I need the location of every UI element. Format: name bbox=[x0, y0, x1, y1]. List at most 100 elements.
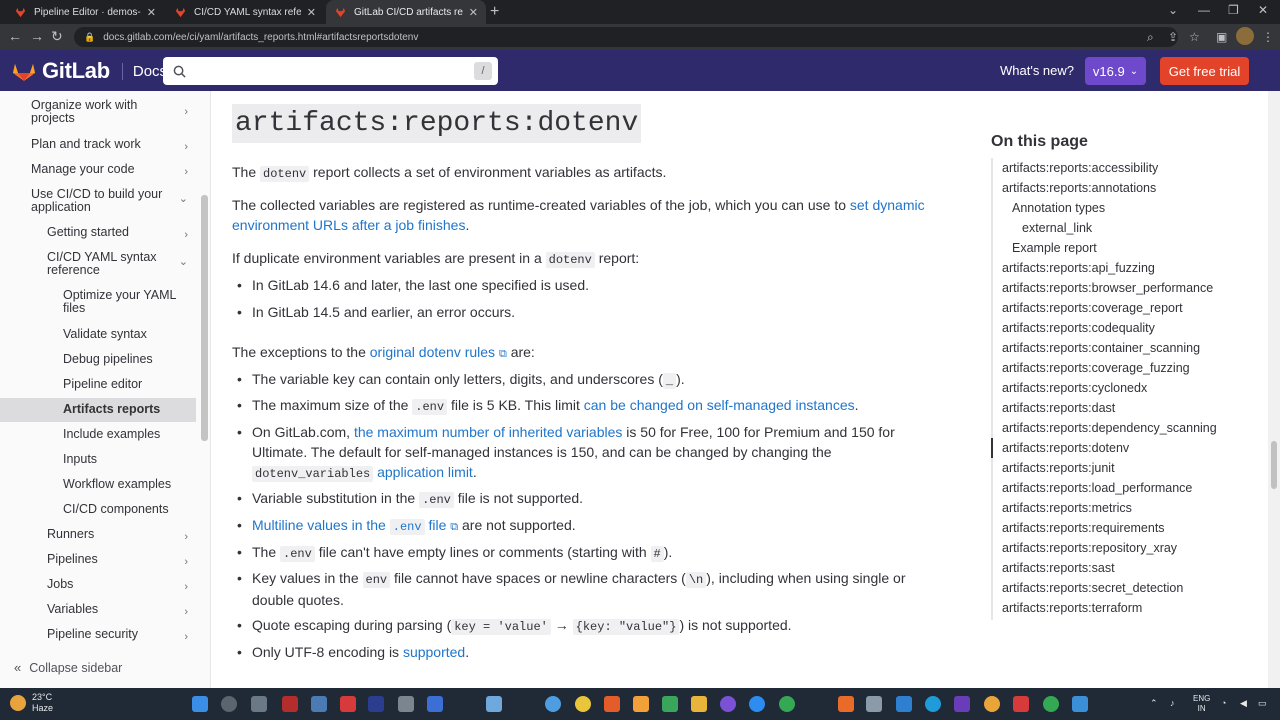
browser-tab-artifacts-reports[interactable]: GitLab CI/CD artifacts reports ty ✕ bbox=[326, 0, 486, 24]
close-window-icon[interactable]: ✕ bbox=[1258, 3, 1268, 17]
app-icon[interactable] bbox=[1013, 696, 1029, 712]
page-scrollbar-thumb[interactable] bbox=[1271, 441, 1277, 489]
sidebar-item-plan-track[interactable]: Plan and track work › bbox=[0, 138, 196, 154]
browser-tab-pipeline-editor[interactable]: Pipeline Editor · demos-group / ✕ bbox=[6, 0, 164, 24]
gitlab-logo[interactable]: GitLab Docs bbox=[12, 58, 167, 84]
sidebar-item-getting-started[interactable]: Getting started › bbox=[0, 226, 196, 242]
search-icon[interactable] bbox=[221, 696, 237, 712]
app-icon[interactable] bbox=[838, 696, 854, 712]
app-icon[interactable] bbox=[282, 696, 298, 712]
inherited-variables-link[interactable]: the maximum number of inherited variable… bbox=[354, 424, 622, 440]
toc-item[interactable]: external_link bbox=[1022, 221, 1092, 235]
toc-item[interactable]: artifacts:reports:coverage_fuzzing bbox=[1002, 361, 1190, 375]
volume-icon[interactable]: ◀ bbox=[1240, 698, 1247, 709]
forward-icon[interactable]: → bbox=[30, 28, 44, 44]
sidebar-item-pipeline-security[interactable]: Pipeline security › bbox=[0, 628, 196, 644]
share-icon[interactable]: ⇪ bbox=[1168, 30, 1178, 44]
app-icon[interactable] bbox=[575, 696, 591, 712]
start-icon[interactable] bbox=[192, 696, 208, 712]
toc-item[interactable]: artifacts:reports:api_fuzzing bbox=[1002, 261, 1155, 275]
free-trial-button[interactable]: Get free trial bbox=[1160, 57, 1249, 85]
toc-item[interactable]: artifacts:reports:codequality bbox=[1002, 321, 1155, 335]
toc-item[interactable]: artifacts:reports:repository_xray bbox=[1002, 541, 1177, 555]
docs-label[interactable]: Docs bbox=[121, 62, 167, 80]
toc-item[interactable]: artifacts:reports:container_scanning bbox=[1002, 341, 1200, 355]
task-view-icon[interactable] bbox=[251, 696, 267, 712]
toc-item[interactable]: Annotation types bbox=[1012, 201, 1105, 215]
sidebar-item-organize-work[interactable]: Organize work with projects › bbox=[0, 99, 196, 127]
url-field[interactable]: 🔒 docs.gitlab.com/ee/ci/yaml/artifacts_r… bbox=[74, 27, 1178, 47]
sidebar-item-pipelines[interactable]: Pipelines › bbox=[0, 553, 196, 569]
app-icon[interactable] bbox=[866, 696, 882, 712]
sidebar-item-optimize-yaml[interactable]: Optimize your YAML files bbox=[0, 289, 196, 317]
app-icon[interactable] bbox=[662, 696, 678, 712]
photoshop-icon[interactable] bbox=[368, 696, 384, 712]
sidebar-item-debug-pipelines[interactable]: Debug pipelines bbox=[0, 353, 196, 369]
app-icon[interactable] bbox=[954, 696, 970, 712]
toc-item[interactable]: artifacts:reports:dependency_scanning bbox=[1002, 421, 1217, 435]
chrome-active-icon[interactable] bbox=[1043, 696, 1059, 712]
sidebar-item-include-examples[interactable]: Include examples bbox=[0, 428, 196, 444]
battery-icon[interactable]: ▭ bbox=[1258, 698, 1267, 709]
dotenv-rules-link[interactable]: original dotenv rules ⧉ bbox=[370, 344, 507, 360]
close-tab-icon[interactable]: ✕ bbox=[307, 6, 316, 19]
toc-item[interactable]: artifacts:reports:secret_detection bbox=[1002, 581, 1183, 595]
wifi-icon[interactable]: ◔ bbox=[1221, 698, 1226, 708]
sidebar-item-cicd-components[interactable]: CI/CD components bbox=[0, 503, 196, 519]
new-tab-button[interactable]: + bbox=[490, 3, 499, 21]
app-icon[interactable] bbox=[633, 696, 649, 712]
browser-tab-yaml-reference[interactable]: CI/CD YAML syntax reference | G ✕ bbox=[166, 0, 324, 24]
sidebar-item-inputs[interactable]: Inputs bbox=[0, 453, 196, 469]
sidebar-item-runners[interactable]: Runners › bbox=[0, 528, 196, 544]
profile-avatar[interactable] bbox=[1236, 27, 1254, 45]
reload-icon[interactable]: ↻ bbox=[51, 28, 63, 45]
chrome-icon[interactable] bbox=[779, 696, 795, 712]
chrome-icon[interactable] bbox=[984, 696, 1000, 712]
app-icon[interactable] bbox=[1072, 696, 1088, 712]
toc-item[interactable]: artifacts:reports:accessibility bbox=[1002, 161, 1158, 175]
sidebar-item-manage-code[interactable]: Manage your code › bbox=[0, 163, 196, 179]
restore-icon[interactable]: ❐ bbox=[1228, 3, 1239, 17]
toc-item[interactable]: artifacts:reports:dast bbox=[1002, 401, 1115, 415]
toc-item[interactable]: artifacts:reports:coverage_report bbox=[1002, 301, 1183, 315]
minimize-icon[interactable]: — bbox=[1198, 3, 1210, 17]
back-icon[interactable]: ← bbox=[8, 28, 22, 44]
browser-menu-icon[interactable]: ⋮ bbox=[1262, 30, 1274, 44]
page-scrollbar[interactable] bbox=[1268, 91, 1280, 688]
app-icon[interactable] bbox=[427, 696, 443, 712]
app-icon[interactable] bbox=[311, 696, 327, 712]
sidebar-item-yaml-reference[interactable]: CI/CD YAML syntax reference ⌄ bbox=[0, 251, 196, 279]
toc-item[interactable]: artifacts:reports:requirements bbox=[1002, 521, 1165, 535]
toc-item[interactable]: artifacts:reports:load_performance bbox=[1002, 481, 1192, 495]
bookmark-star-icon[interactable]: ☆ bbox=[1189, 30, 1200, 44]
side-panel-icon[interactable]: ▣ bbox=[1216, 30, 1227, 44]
toc-item[interactable]: artifacts:reports:junit bbox=[1002, 461, 1115, 475]
sidebar-item-pipeline-editor[interactable]: Pipeline editor bbox=[0, 378, 196, 394]
vscode-icon[interactable] bbox=[896, 696, 912, 712]
self-managed-limit-link[interactable]: can be changed on self-managed instances bbox=[584, 397, 855, 413]
edge-icon[interactable] bbox=[925, 696, 941, 712]
app-icon[interactable] bbox=[604, 696, 620, 712]
toc-item[interactable]: artifacts:reports:cyclonedx bbox=[1002, 381, 1147, 395]
toc-item[interactable]: Example report bbox=[1012, 241, 1097, 255]
file-explorer-icon[interactable] bbox=[691, 696, 707, 712]
close-tab-icon[interactable]: ✕ bbox=[469, 6, 478, 19]
multiline-values-link[interactable]: Multiline values in the .env file ⧉ bbox=[252, 517, 458, 535]
tab-search-icon[interactable]: ⌄ bbox=[1168, 3, 1178, 17]
app-icon[interactable] bbox=[398, 696, 414, 712]
app-icon[interactable] bbox=[749, 696, 765, 712]
sidebar-scrollbar[interactable] bbox=[201, 195, 208, 441]
language-indicator[interactable]: ENG IN bbox=[1193, 694, 1210, 714]
toc-item[interactable]: artifacts:reports:annotations bbox=[1002, 181, 1156, 195]
toc-item-active[interactable]: artifacts:reports:dotenv bbox=[1002, 441, 1129, 455]
sidebar-item-jobs[interactable]: Jobs › bbox=[0, 578, 196, 594]
application-limit-link[interactable]: application limit bbox=[377, 464, 473, 480]
chevron-up-icon[interactable]: ⌃ bbox=[1150, 698, 1158, 709]
weather-widget[interactable]: 23°C Haze bbox=[10, 692, 53, 714]
close-tab-icon[interactable]: ✕ bbox=[147, 6, 156, 19]
utf8-supported-link[interactable]: supported bbox=[403, 644, 465, 660]
zoom-icon[interactable]: ⌕ bbox=[1147, 30, 1154, 45]
sidebar-item-artifacts-reports[interactable]: Artifacts reports bbox=[0, 398, 196, 422]
sidebar-item-validate-syntax[interactable]: Validate syntax bbox=[0, 328, 196, 344]
sidebar-item-cicd[interactable]: Use CI/CD to build your application ⌄ bbox=[0, 188, 196, 216]
